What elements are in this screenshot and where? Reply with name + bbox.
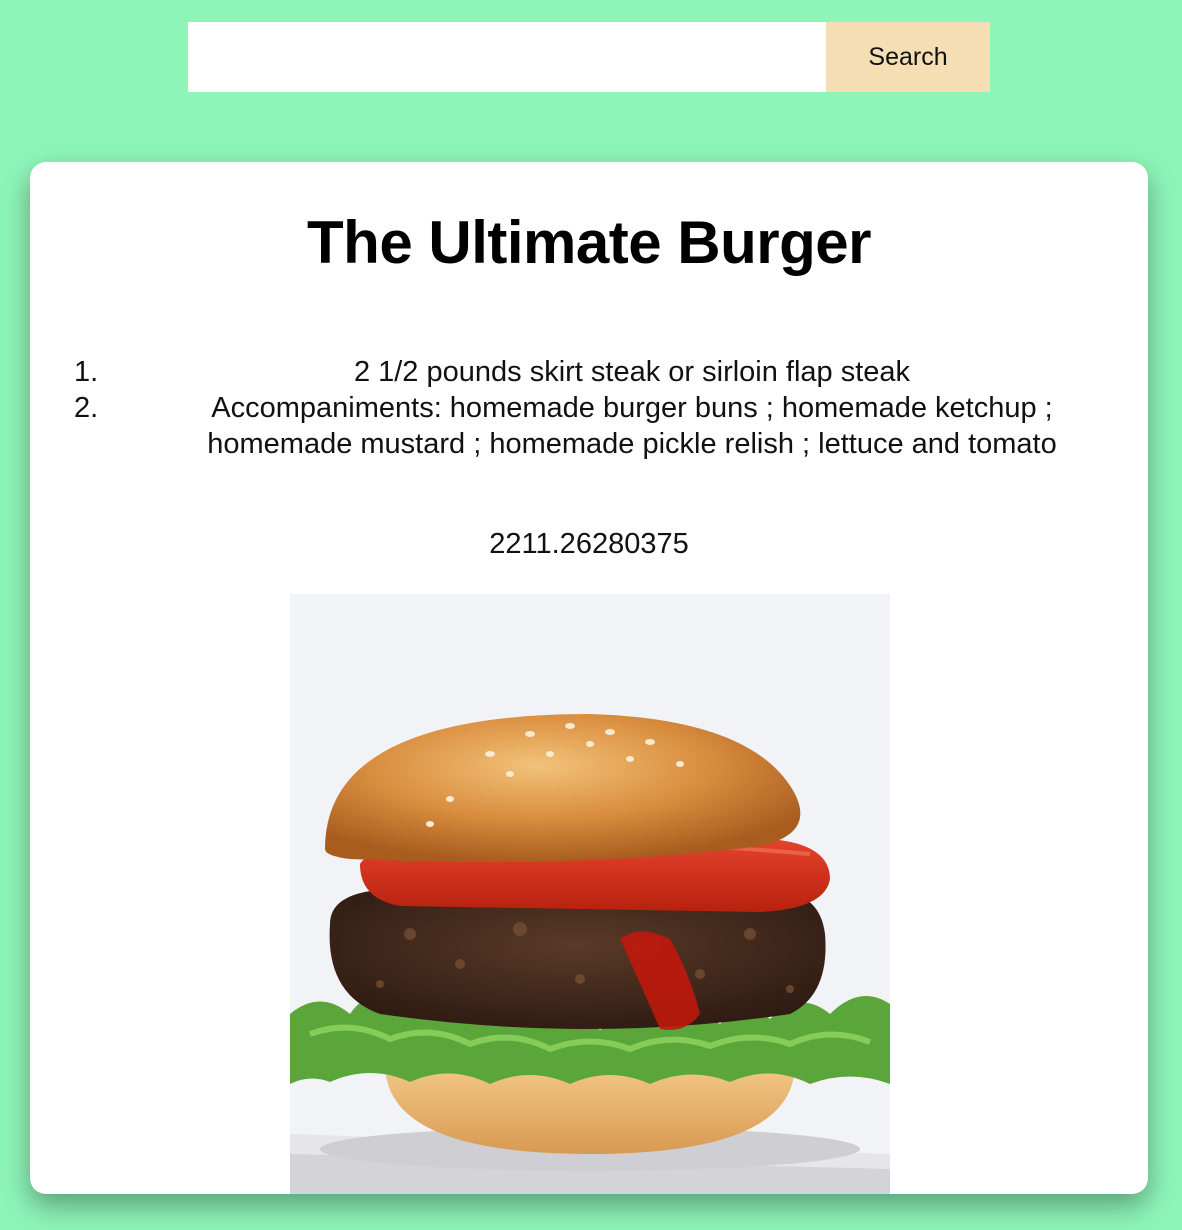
burger-photo [290,594,890,1194]
ingredient-number: 2. [74,392,99,424]
recipe-value: 2211.26280375 [489,528,689,560]
recipe-card: The Ultimate Burger 1. 2 1/2 pounds skir… [30,162,1148,1194]
ingredient-number: 1. [74,356,99,388]
ingredient-text: 2 1/2 pounds skirt steak or sirloin flap… [353,356,911,388]
ingredient-item: 2. Accompaniments: homemade burger buns … [66,390,1114,462]
ingredient-item: 1. 2 1/2 pounds skirt steak or sirloin f… [66,354,1114,390]
search-bar: Search [188,22,990,92]
recipe-title: The Ultimate Burger [307,209,871,276]
search-input[interactable] [188,22,826,92]
search-button[interactable]: Search [826,22,990,92]
ingredient-text: Accompaniments: homemade burger buns ; h… [207,392,1057,460]
ingredient-list: 1. 2 1/2 pounds skirt steak or sirloin f… [66,354,1114,462]
